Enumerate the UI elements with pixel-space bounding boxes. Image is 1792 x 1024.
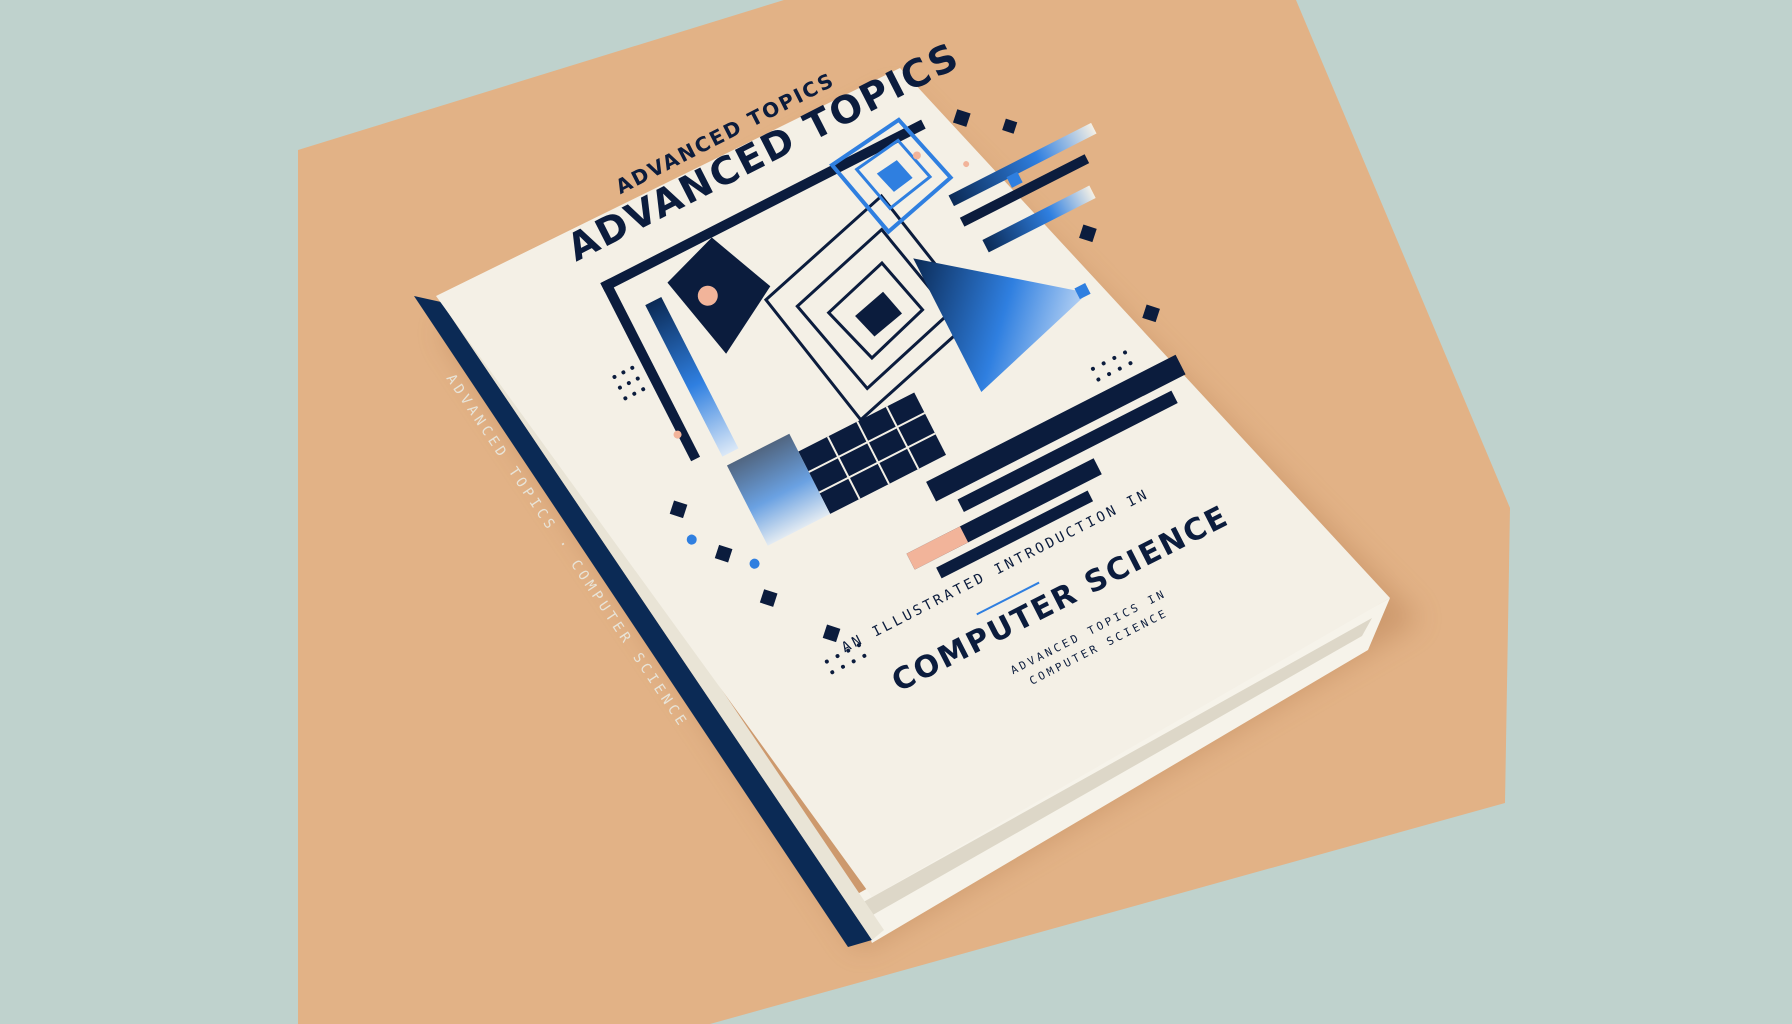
book-photo-scene: ADVANCED TOPICS ADVANCED TOPICS AN ILLUS… (0, 0, 1792, 1024)
